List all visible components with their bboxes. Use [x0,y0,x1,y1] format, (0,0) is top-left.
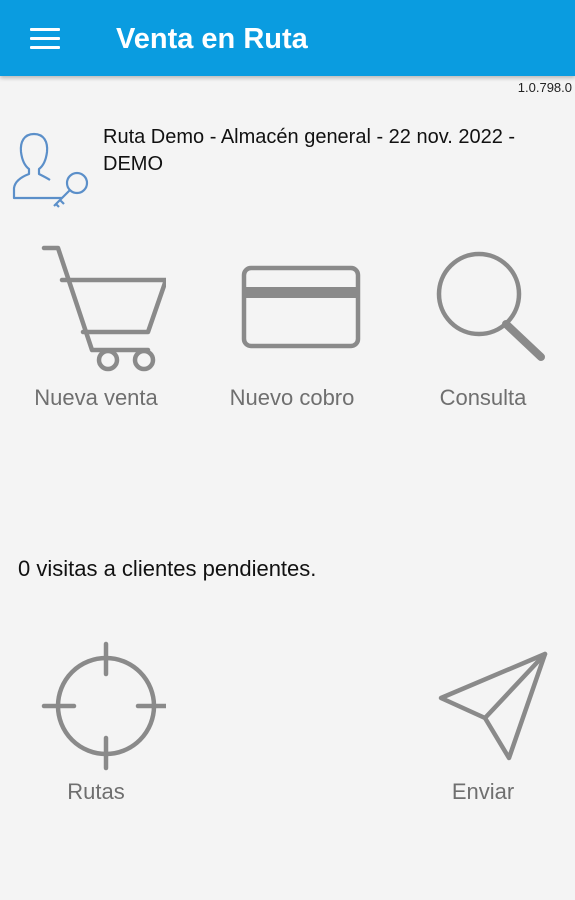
user-key-icon [12,132,89,208]
routes-label: Rutas [67,779,125,804]
send-label: Enviar [451,779,515,804]
session-line1: Ruta Demo - Almacén general - 22 nov. 20… [103,126,516,148]
routes-button[interactable]: Rutas [16,640,176,805]
send-icon [438,651,548,761]
hamburger-menu-icon[interactable] [22,20,68,58]
session-info: Ruta Demo - Almacén general - 22 nov. 20… [103,124,568,178]
session-line2: DEMO [103,153,163,175]
search-icon [436,251,545,361]
new-payment-button[interactable]: Nuevo cobro [212,240,372,411]
query-label: Consulta [439,385,527,410]
version-label: 1.0.798.0 [517,80,572,95]
new-sale-button[interactable]: Nueva venta [16,240,176,411]
app-bar: Venta en Ruta [0,0,575,76]
send-button[interactable]: Enviar [403,640,563,805]
new-payment-label: Nuevo cobro [229,385,355,410]
credit-card-icon [241,265,361,349]
query-button[interactable]: Consulta [403,240,563,411]
crosshair-icon [41,641,166,771]
app-title: Venta en Ruta [116,23,308,55]
new-sale-label: Nueva venta [34,385,158,410]
pending-visits-text: 0 visitas a clientes pendientes. [18,556,317,581]
shopping-cart-icon [41,245,166,372]
